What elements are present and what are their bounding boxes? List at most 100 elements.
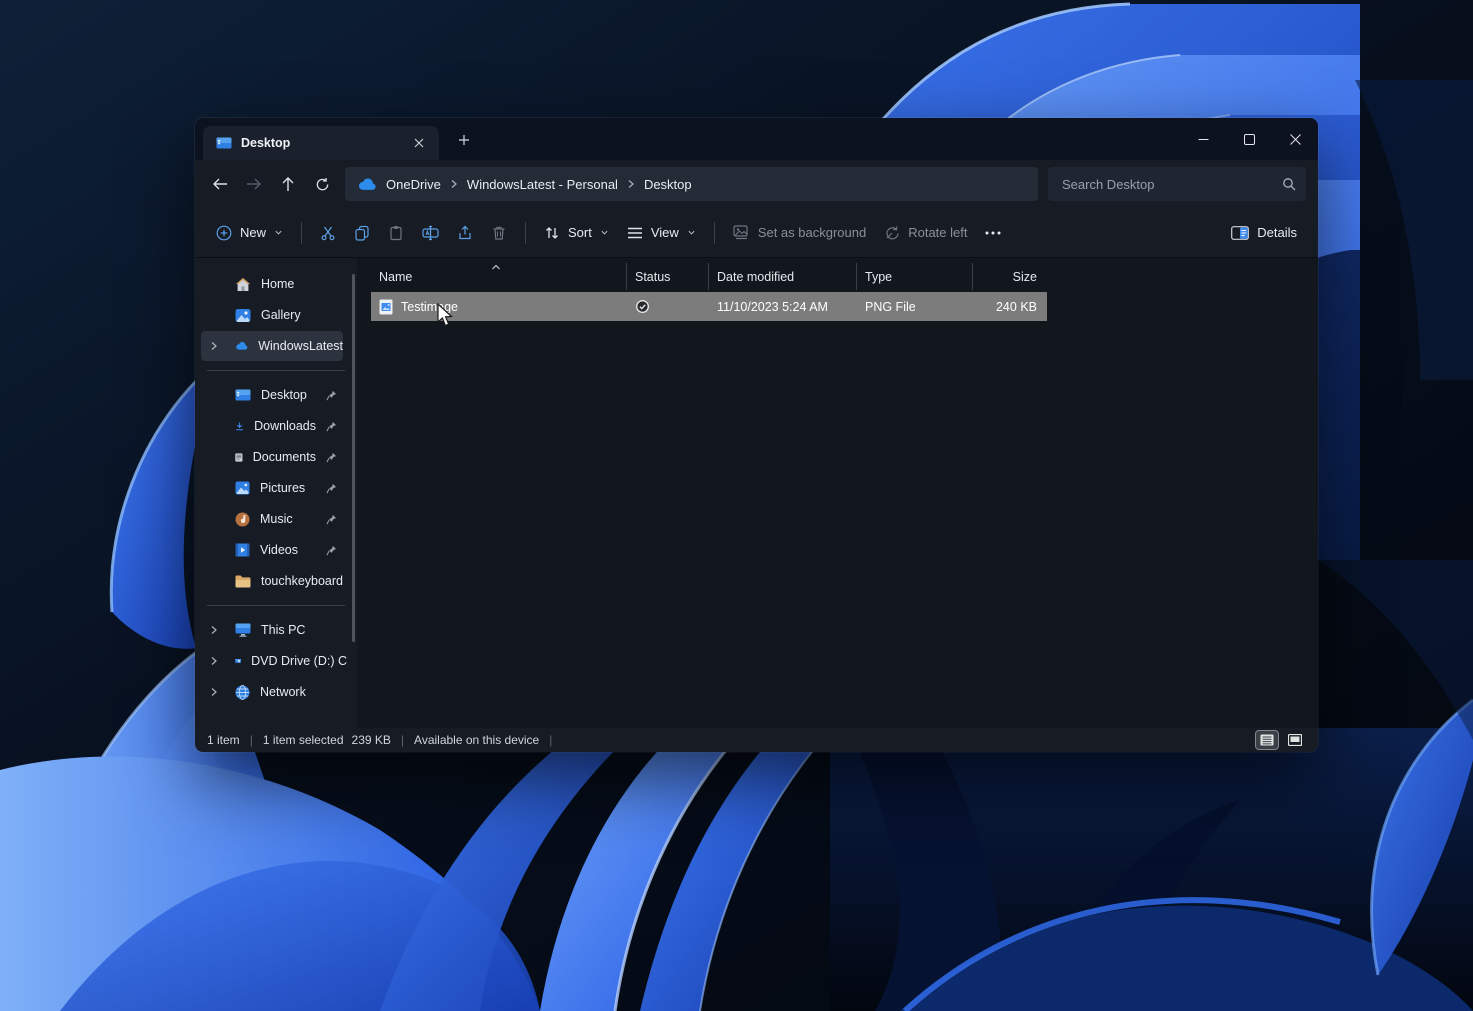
file-date-label: 11/10/2023 5:24 AM [717, 300, 828, 314]
network-icon [235, 685, 250, 700]
sidebar-item-dvd-drive[interactable]: DVD Drive (D:) C [201, 646, 347, 676]
home-icon [235, 277, 251, 292]
sidebar-item-network[interactable]: Network [201, 677, 347, 707]
pin-icon [326, 483, 347, 494]
expand-chevron-icon[interactable] [210, 625, 218, 635]
pin-icon [326, 545, 347, 556]
sidebar-item-documents[interactable]: Documents [201, 442, 347, 472]
folder-icon [235, 575, 251, 588]
up-button[interactable] [271, 167, 305, 201]
sidebar-item-downloads[interactable]: Downloads [201, 411, 347, 441]
more-options-button[interactable] [976, 215, 1010, 251]
minimize-button[interactable] [1180, 118, 1226, 160]
sidebar-item-windowslatest-onedrive[interactable]: WindowsLatest [201, 331, 343, 361]
column-header-date-modified[interactable]: Date modified [709, 263, 857, 290]
new-tab-button[interactable] [449, 125, 479, 155]
breadcrumb-chevron-icon[interactable] [627, 179, 635, 189]
trash-icon [491, 225, 507, 241]
view-button[interactable]: View [618, 215, 705, 251]
rename-button[interactable] [413, 215, 448, 251]
breadcrumb-chevron-icon[interactable] [450, 179, 458, 189]
large-icons-view-toggle[interactable] [1284, 731, 1306, 749]
set-as-background-button[interactable]: Set as background [724, 215, 875, 251]
sidebar-item-videos[interactable]: Videos [201, 535, 347, 565]
file-name-cell[interactable]: Testimage [371, 292, 627, 321]
expand-chevron-icon[interactable] [210, 687, 218, 697]
sort-button[interactable]: Sort [535, 215, 618, 251]
column-header-name[interactable]: Name [371, 263, 627, 290]
view-button-label: View [651, 225, 679, 240]
sidebar-item-label: Gallery [261, 308, 301, 322]
sidebar-item-label: Home [261, 277, 294, 291]
desktop-tab-icon [216, 137, 232, 150]
expand-chevron-icon[interactable] [210, 656, 218, 666]
delete-button[interactable] [482, 215, 516, 251]
breadcrumb[interactable]: OneDrive WindowsLatest - Personal Deskto… [345, 167, 1038, 201]
expand-chevron-icon[interactable] [210, 341, 218, 351]
sidebar-separator [207, 370, 345, 371]
title-bar[interactable]: Desktop [195, 118, 1318, 160]
sidebar-item-this-pc[interactable]: This PC [201, 615, 347, 645]
new-button[interactable]: New [207, 215, 292, 251]
view-toggles [1256, 731, 1306, 749]
explorer-main: Home Gallery WindowsLatest Desktop [195, 258, 1318, 728]
rotate-left-button[interactable]: Rotate left [875, 215, 976, 251]
maximize-button[interactable] [1226, 118, 1272, 160]
details-view-icon [1260, 734, 1274, 746]
back-button[interactable] [203, 167, 237, 201]
sidebar-item-desktop[interactable]: Desktop [201, 380, 347, 410]
mouse-cursor [437, 303, 454, 327]
paste-button[interactable] [379, 215, 413, 251]
chevron-down-icon [687, 228, 696, 237]
rename-icon [422, 225, 439, 241]
refresh-button[interactable] [305, 167, 339, 201]
document-icon [235, 450, 243, 465]
large-icons-view-icon [1288, 734, 1302, 746]
forward-button[interactable] [237, 167, 271, 201]
sidebar-item-pictures[interactable]: Pictures [201, 473, 347, 503]
copy-button[interactable] [345, 215, 379, 251]
sidebar-item-touchkeyboard[interactable]: touchkeyboard [201, 566, 347, 596]
tab-desktop[interactable]: Desktop [203, 126, 439, 160]
address-row: OneDrive WindowsLatest - Personal Deskto… [195, 160, 1318, 208]
maximize-icon [1244, 134, 1255, 145]
forward-arrow-icon [246, 177, 262, 191]
breadcrumb-desktop[interactable]: Desktop [644, 177, 692, 192]
details-view-toggle[interactable] [1256, 731, 1278, 749]
image-icon [733, 225, 750, 240]
sort-ascending-icon[interactable] [491, 260, 501, 274]
tab-close-icon[interactable] [407, 131, 431, 155]
navigation-pane: Home Gallery WindowsLatest Desktop [195, 258, 357, 728]
sidebar-item-home[interactable]: Home [201, 269, 347, 299]
sidebar-item-label: Videos [260, 543, 298, 557]
sidebar-item-label: Music [260, 512, 293, 526]
new-plus-icon [216, 225, 232, 241]
sidebar-item-label: Documents [253, 450, 316, 464]
chevron-down-icon [600, 228, 609, 237]
column-header-type[interactable]: Type [857, 263, 973, 290]
sidebar-item-label: DVD Drive (D:) C [251, 654, 347, 668]
column-header-size[interactable]: Size [973, 263, 1047, 290]
paste-icon [388, 225, 404, 241]
close-button[interactable] [1272, 118, 1318, 160]
sidebar-item-label: Network [260, 685, 306, 699]
file-size-label: 240 KB [996, 300, 1037, 314]
file-row-testimage[interactable]: Testimage 11/10/2023 5:24 AM PNG File 24… [371, 292, 1047, 321]
rotate-left-icon [884, 225, 900, 241]
search-input[interactable]: Search Desktop [1048, 167, 1306, 201]
details-button[interactable]: Details [1222, 215, 1306, 251]
sidebar-item-gallery[interactable]: Gallery [201, 300, 347, 330]
gallery-icon [235, 308, 251, 323]
refresh-icon [315, 177, 330, 192]
png-file-icon [379, 299, 393, 315]
sidebar-scrollbar[interactable] [352, 274, 355, 642]
sidebar-item-music[interactable]: Music [201, 504, 347, 534]
cut-button[interactable] [311, 215, 345, 251]
toolbar-divider [301, 222, 302, 244]
breadcrumb-account[interactable]: WindowsLatest - Personal [467, 177, 618, 192]
search-placeholder: Search Desktop [1062, 177, 1155, 192]
videos-icon [235, 543, 250, 557]
breadcrumb-onedrive[interactable]: OneDrive [386, 177, 441, 192]
column-header-status[interactable]: Status [627, 263, 709, 290]
share-button[interactable] [448, 215, 482, 251]
